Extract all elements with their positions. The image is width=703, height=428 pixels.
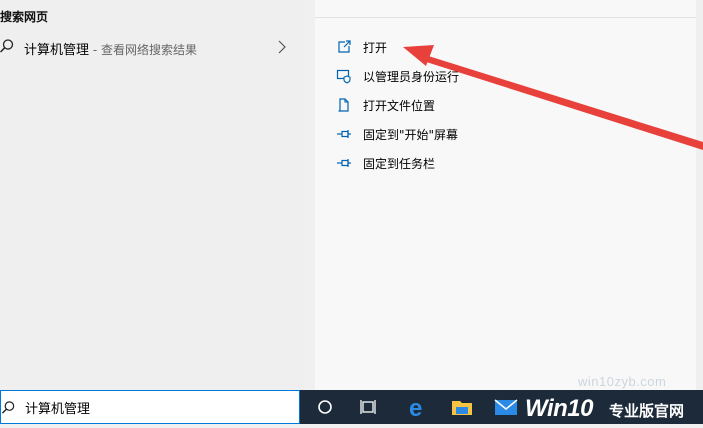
svg-text:e: e (409, 395, 422, 422)
pane-gap (305, 0, 315, 390)
watermark-brand: Win10 (525, 395, 593, 422)
watermark-url: win10zyb.com (578, 374, 667, 389)
search-icon (1, 400, 16, 415)
action-pin-to-taskbar-label: 固定到任务栏 (363, 157, 436, 171)
web-search-result[interactable]: 计算机管理 - 查看网络搜索结果 (0, 34, 305, 60)
admin-shield-icon (336, 68, 352, 84)
action-run-as-admin[interactable]: 以管理员身份运行 (336, 65, 636, 87)
action-run-as-admin-label: 以管理员身份运行 (363, 70, 460, 84)
action-pin-to-start[interactable]: 固定到"开始"屏幕 (336, 123, 636, 145)
pin-icon (336, 155, 352, 171)
cortana-icon[interactable] (305, 390, 345, 424)
results-pane: 搜索网页 计算机管理 - 查看网络搜索结果 (0, 0, 305, 390)
watermark-brand-cn: 专业版官网 (609, 402, 685, 420)
action-open-label: 打开 (363, 41, 388, 55)
open-icon (336, 39, 352, 55)
search-input[interactable] (25, 397, 285, 417)
chevron-right-icon[interactable] (276, 39, 288, 54)
search-box[interactable] (0, 390, 300, 424)
search-icon (0, 38, 15, 54)
file-location-icon (336, 97, 352, 113)
detail-pane (315, 0, 696, 390)
task-view-icon[interactable] (349, 390, 389, 424)
action-pin-to-start-label: 固定到"开始"屏幕 (363, 128, 459, 142)
web-result-title: 计算机管理 (24, 43, 90, 58)
action-pin-to-taskbar[interactable]: 固定到任务栏 (336, 152, 636, 174)
action-open[interactable]: 打开 (336, 36, 636, 58)
divider (315, 17, 696, 18)
section-title-web: 搜索网页 (0, 10, 49, 24)
mail-icon[interactable] (486, 390, 526, 424)
web-result-suffix: - 查看网络搜索结果 (89, 43, 197, 57)
file-explorer-icon[interactable] (442, 390, 482, 424)
pane-edge (696, 0, 703, 390)
action-open-file-location-label: 打开文件位置 (363, 99, 436, 113)
action-open-file-location[interactable]: 打开文件位置 (336, 94, 636, 116)
pin-icon (336, 126, 352, 142)
edge-icon[interactable]: e (398, 390, 438, 424)
